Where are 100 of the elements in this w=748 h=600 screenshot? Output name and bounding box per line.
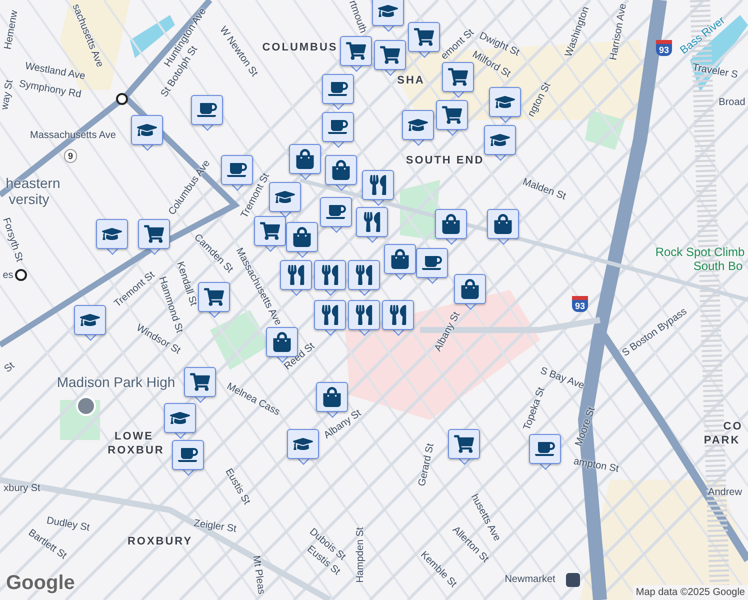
- shopping-cart-icon: [260, 221, 280, 241]
- coffee-cup-icon: [326, 202, 346, 222]
- map-marker[interactable]: [322, 112, 354, 148]
- shopping-cart-icon: [144, 224, 164, 244]
- map-marker[interactable]: [191, 95, 223, 131]
- map-marker[interactable]: [164, 403, 196, 439]
- map-marker[interactable]: [138, 219, 170, 255]
- street-label: St: [3, 361, 17, 375]
- map-marker[interactable]: [325, 155, 357, 191]
- map-marker[interactable]: [322, 74, 354, 110]
- map-marker[interactable]: [131, 115, 163, 151]
- shopping-cart-icon: [346, 41, 366, 61]
- place-label: Rock Spot Climb: [655, 246, 745, 258]
- shopping-bag-icon: [390, 249, 410, 269]
- map-marker[interactable]: [435, 209, 467, 245]
- map-marker[interactable]: [269, 182, 301, 218]
- map-marker[interactable]: [384, 244, 416, 280]
- map-marker[interactable]: [348, 260, 380, 296]
- street-label: Hampden St: [356, 527, 366, 583]
- shopping-bag-icon: [441, 214, 461, 234]
- map-attribution: Map data ©2025 Google: [632, 585, 748, 600]
- shopping-bag-icon: [460, 279, 480, 299]
- map-marker[interactable]: [442, 62, 474, 98]
- map-marker[interactable]: [96, 219, 128, 255]
- district-label: LOWE: [114, 432, 154, 442]
- map-marker[interactable]: [382, 300, 414, 336]
- map-marker[interactable]: [286, 222, 318, 258]
- map-marker[interactable]: [320, 197, 352, 233]
- street-label: Symphony Rd: [18, 80, 82, 100]
- coffee-cup-icon: [328, 117, 348, 137]
- place-label: versity: [8, 192, 50, 206]
- shopping-bag-icon: [493, 214, 513, 234]
- street-label: xbury St: [4, 484, 40, 494]
- map-marker[interactable]: [436, 100, 468, 136]
- map-marker[interactable]: [529, 434, 561, 470]
- shopping-bag-icon: [331, 160, 351, 180]
- coffee-cup-icon: [227, 160, 247, 180]
- coffee-cup-icon: [535, 439, 555, 459]
- shopping-cart-icon: [442, 105, 462, 125]
- fork-knife-icon: [286, 265, 306, 285]
- fork-knife-icon: [354, 265, 374, 285]
- map-marker[interactable]: [408, 22, 440, 58]
- street-label: Hemenw: [4, 10, 20, 50]
- shopping-cart-icon: [204, 287, 224, 307]
- map-marker[interactable]: [184, 367, 216, 403]
- street-label: Gerard St: [418, 442, 436, 488]
- map-marker[interactable]: [289, 144, 321, 180]
- coffee-cup-icon: [422, 253, 442, 273]
- street-label: Traveler S: [692, 63, 738, 81]
- map-marker[interactable]: [374, 40, 406, 76]
- fork-knife-icon: [388, 305, 408, 325]
- map-marker[interactable]: [280, 260, 312, 296]
- map-marker[interactable]: [402, 110, 434, 146]
- shopping-bag-icon: [295, 149, 315, 169]
- fork-knife-icon: [320, 265, 340, 285]
- map-marker[interactable]: [454, 274, 486, 310]
- street-label: Dudley St: [46, 516, 90, 534]
- map-marker[interactable]: [172, 440, 204, 476]
- street-label: rtmouth: [346, 0, 368, 35]
- map-marker[interactable]: [484, 125, 516, 161]
- fork-knife-icon: [354, 305, 374, 325]
- street-label: way St: [0, 79, 16, 111]
- place-label: South Bo: [693, 260, 743, 272]
- map-marker[interactable]: [314, 300, 346, 336]
- map-marker[interactable]: [340, 36, 372, 72]
- map-marker[interactable]: [489, 87, 521, 123]
- map-marker[interactable]: [362, 170, 394, 206]
- shopping-cart-icon: [380, 45, 400, 65]
- shopping-cart-icon: [190, 372, 210, 392]
- fork-knife-icon: [362, 212, 382, 232]
- route-shield: 93: [656, 40, 672, 56]
- shopping-bag-icon: [292, 227, 312, 247]
- street-label: Forsyth St: [0, 216, 24, 264]
- district-label: ROXBURY: [127, 536, 193, 548]
- park-area: [585, 110, 625, 150]
- district-label: SOUTH END: [406, 156, 484, 166]
- shopping-cart-icon: [454, 434, 474, 454]
- map-marker[interactable]: [74, 305, 106, 341]
- street-label: Zeigler St: [193, 519, 237, 535]
- street-label: ampton St: [572, 457, 620, 475]
- map-marker[interactable]: [287, 429, 319, 465]
- map-marker[interactable]: [416, 248, 448, 284]
- shopping-cart-icon: [448, 67, 468, 87]
- map-marker[interactable]: [198, 282, 230, 318]
- map-marker[interactable]: [487, 209, 519, 245]
- park-area: [400, 180, 440, 240]
- street-label: Newmarket: [504, 575, 556, 585]
- street-label: es: [2, 271, 14, 281]
- map-marker[interactable]: [316, 382, 348, 418]
- street-label: Broad: [718, 98, 746, 108]
- street-label: Moore St: [574, 406, 598, 448]
- map-marker[interactable]: [348, 300, 380, 336]
- district-label: ROXBUR: [108, 446, 164, 456]
- street-label: ngton St: [526, 81, 554, 119]
- street-label: Harrison Ave: [609, 3, 629, 61]
- map-marker[interactable]: [448, 429, 480, 465]
- district-label: CO: [723, 422, 743, 432]
- map-marker[interactable]: [314, 260, 346, 296]
- map-marker[interactable]: [372, 0, 404, 32]
- map-marker[interactable]: [356, 207, 388, 243]
